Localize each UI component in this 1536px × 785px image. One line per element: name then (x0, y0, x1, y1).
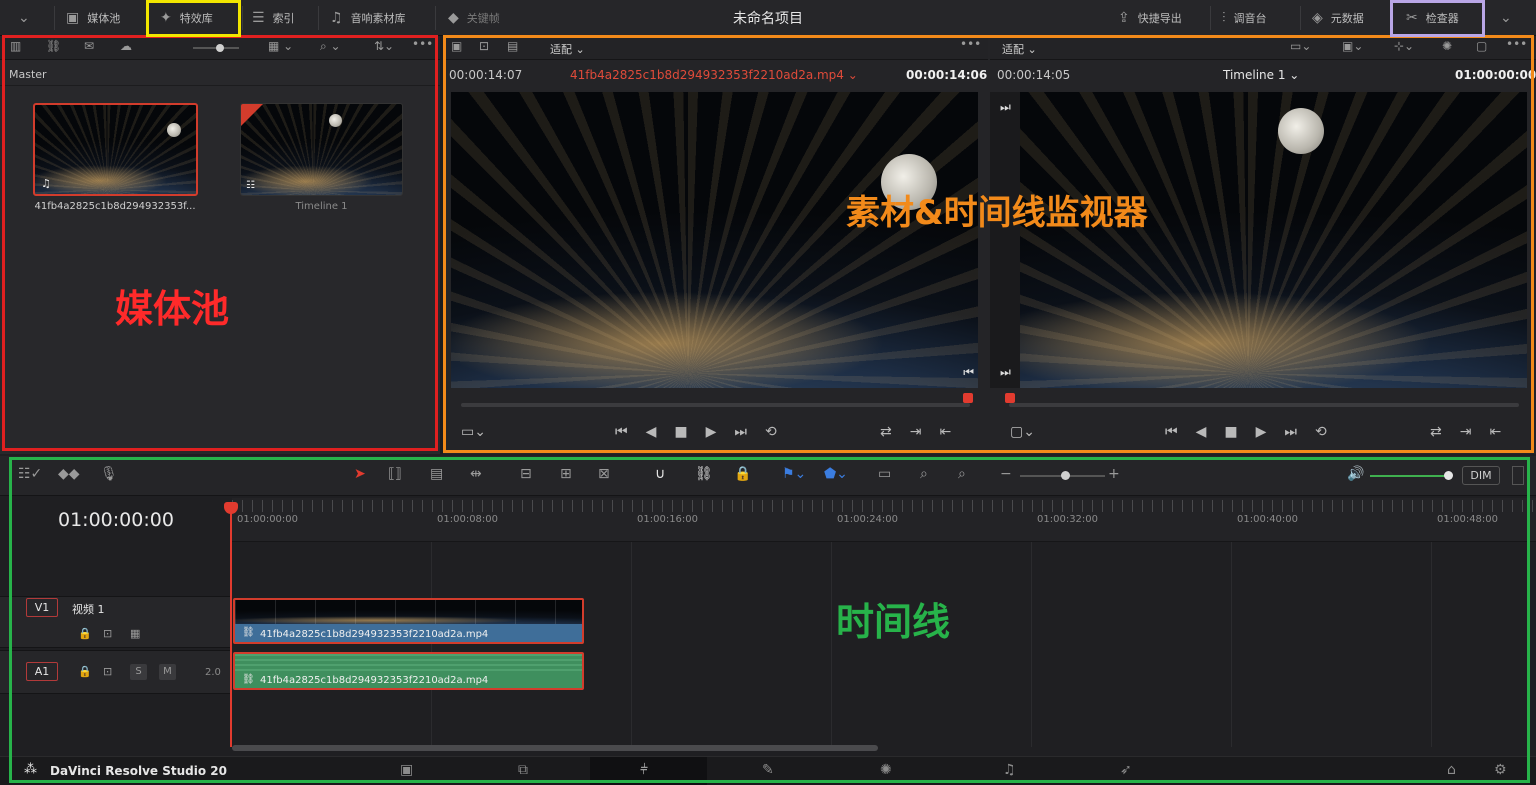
music-list-icon: ♫ (330, 10, 343, 26)
viewers-highlight-box (443, 35, 1534, 453)
divider (1300, 6, 1301, 30)
media-pool-label: 媒体池 (87, 12, 121, 25)
divider (318, 6, 319, 30)
workspace-menu-button[interactable]: ⌄ (18, 0, 30, 36)
divider (1210, 6, 1211, 30)
sound-library-label: 音响素材库 (350, 12, 406, 25)
chevron-down-icon: ⌄ (18, 10, 30, 26)
divider (54, 6, 55, 30)
mixer-label: 调音台 (1233, 12, 1267, 25)
mixer-button[interactable]: ⫶ 调音台 (1222, 0, 1267, 36)
list-icon: ☰ (252, 10, 265, 26)
tag-icon: ◈ (1312, 10, 1323, 26)
export-icon: ⇪ (1118, 10, 1130, 26)
media-pool-highlight-box (2, 35, 438, 451)
effects-highlight-box (146, 0, 241, 37)
quick-export-button[interactable]: ⇪ 快捷导出 (1118, 0, 1182, 36)
metadata-button[interactable]: ◈ 元数据 (1312, 0, 1364, 36)
media-pool-icon: ▣ (66, 10, 80, 26)
panel-collapse-button[interactable]: ⌄ (1500, 0, 1512, 36)
keyframe-icon: ◆ (448, 10, 459, 26)
mixer-icon: ⫶ (1222, 10, 1226, 26)
keyframes-label: 关键帧 (466, 12, 500, 25)
divider (435, 6, 436, 30)
sound-library-button[interactable]: ♫ 音响素材库 (330, 0, 406, 36)
quick-export-label: 快捷导出 (1137, 12, 1182, 25)
davinci-resolve-window: ⌄ ▣ 媒体池 ✦ 特效库 ☰ 索引 ♫ 音响素材库 ◆ 关键帧 未命名项目 ⇪… (0, 0, 1536, 785)
inspector-highlight-box (1390, 0, 1485, 37)
media-pool-button[interactable]: ▣ 媒体池 (66, 0, 120, 36)
metadata-label: 元数据 (1330, 12, 1364, 25)
divider (242, 6, 243, 30)
media-pool-annotation: 媒体池 (115, 287, 230, 331)
viewers-annotation: 素材&时间线监视器 (846, 193, 1148, 233)
timeline-highlight-box (9, 457, 1530, 783)
timeline-annotation: 时间线 (836, 600, 951, 644)
index-button[interactable]: ☰ 索引 (252, 0, 295, 36)
keyframes-button[interactable]: ◆ 关键帧 (448, 0, 500, 36)
chevron-down-icon: ⌄ (1500, 10, 1512, 26)
index-label: 索引 (272, 12, 295, 25)
